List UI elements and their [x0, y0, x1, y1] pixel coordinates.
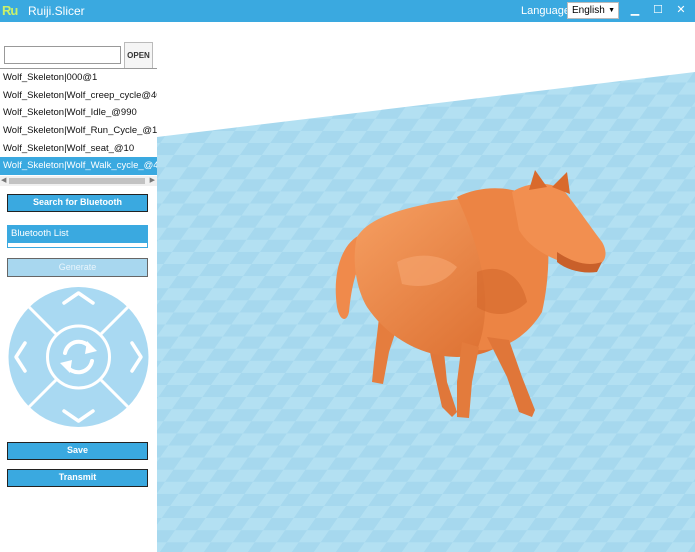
viewport-scene — [157, 72, 695, 552]
app-title: Ruiji.Slicer — [28, 4, 85, 18]
maximize-button[interactable]: ☐ — [651, 3, 665, 17]
save-button[interactable]: Save — [7, 442, 148, 460]
scroll-right-icon[interactable]: ▶ — [150, 176, 155, 186]
minimize-button[interactable]: ▁ — [628, 3, 642, 17]
file-path-input[interactable] — [4, 46, 121, 64]
open-button[interactable]: OPEN — [124, 42, 153, 69]
language-label: Language — [521, 5, 570, 17]
scroll-left-icon[interactable]: ◀ — [1, 176, 6, 186]
control-panel: OPEN Wolf_Skeleton|000@1 Wolf_Skeleton|Wo… — [0, 22, 157, 552]
bluetooth-list-header: Bluetooth List — [7, 225, 148, 242]
animation-list-item[interactable]: Wolf_Skeleton|Wolf_Walk_cycle_@40 — [0, 157, 157, 176]
scroll-thumb[interactable] — [9, 178, 145, 184]
app-logo: Ru — [2, 3, 18, 18]
bluetooth-list[interactable] — [7, 242, 148, 248]
animation-list-item[interactable]: Wolf_Skeleton|Wolf_creep_cycle@40 — [0, 87, 157, 105]
horizontal-scrollbar[interactable]: ◀ ▶ — [0, 176, 157, 186]
direction-pad — [8, 287, 149, 427]
dpad-center-button[interactable] — [46, 324, 111, 390]
animation-list-item[interactable]: Wolf_Skeleton|Wolf_Run_Cycle_@18 — [0, 122, 157, 140]
animation-list-item[interactable]: Wolf_Skeleton|Wolf_seat_@10 — [0, 140, 157, 158]
animation-list-item[interactable]: Wolf_Skeleton|000@1 — [0, 69, 157, 87]
transmit-button[interactable]: Transmit — [7, 469, 148, 487]
search-bluetooth-button[interactable]: Search for Bluetooth — [7, 194, 148, 212]
chevron-down-icon: ▼ — [608, 7, 615, 14]
language-selected-value: English — [572, 5, 605, 16]
title-bar: Ru Ruiji.Slicer Language English ▼ ▁ ☐ ✕ — [0, 0, 695, 22]
animation-list: Wolf_Skeleton|000@1 Wolf_Skeleton|Wolf_cr… — [0, 68, 157, 176]
3d-viewport[interactable] — [157, 22, 695, 552]
animation-list-item[interactable]: Wolf_Skeleton|Wolf_Idle_@990 — [0, 104, 157, 122]
language-select[interactable]: English ▼ — [567, 2, 619, 19]
generate-button[interactable]: Generate — [7, 258, 148, 277]
close-button[interactable]: ✕ — [674, 3, 688, 17]
